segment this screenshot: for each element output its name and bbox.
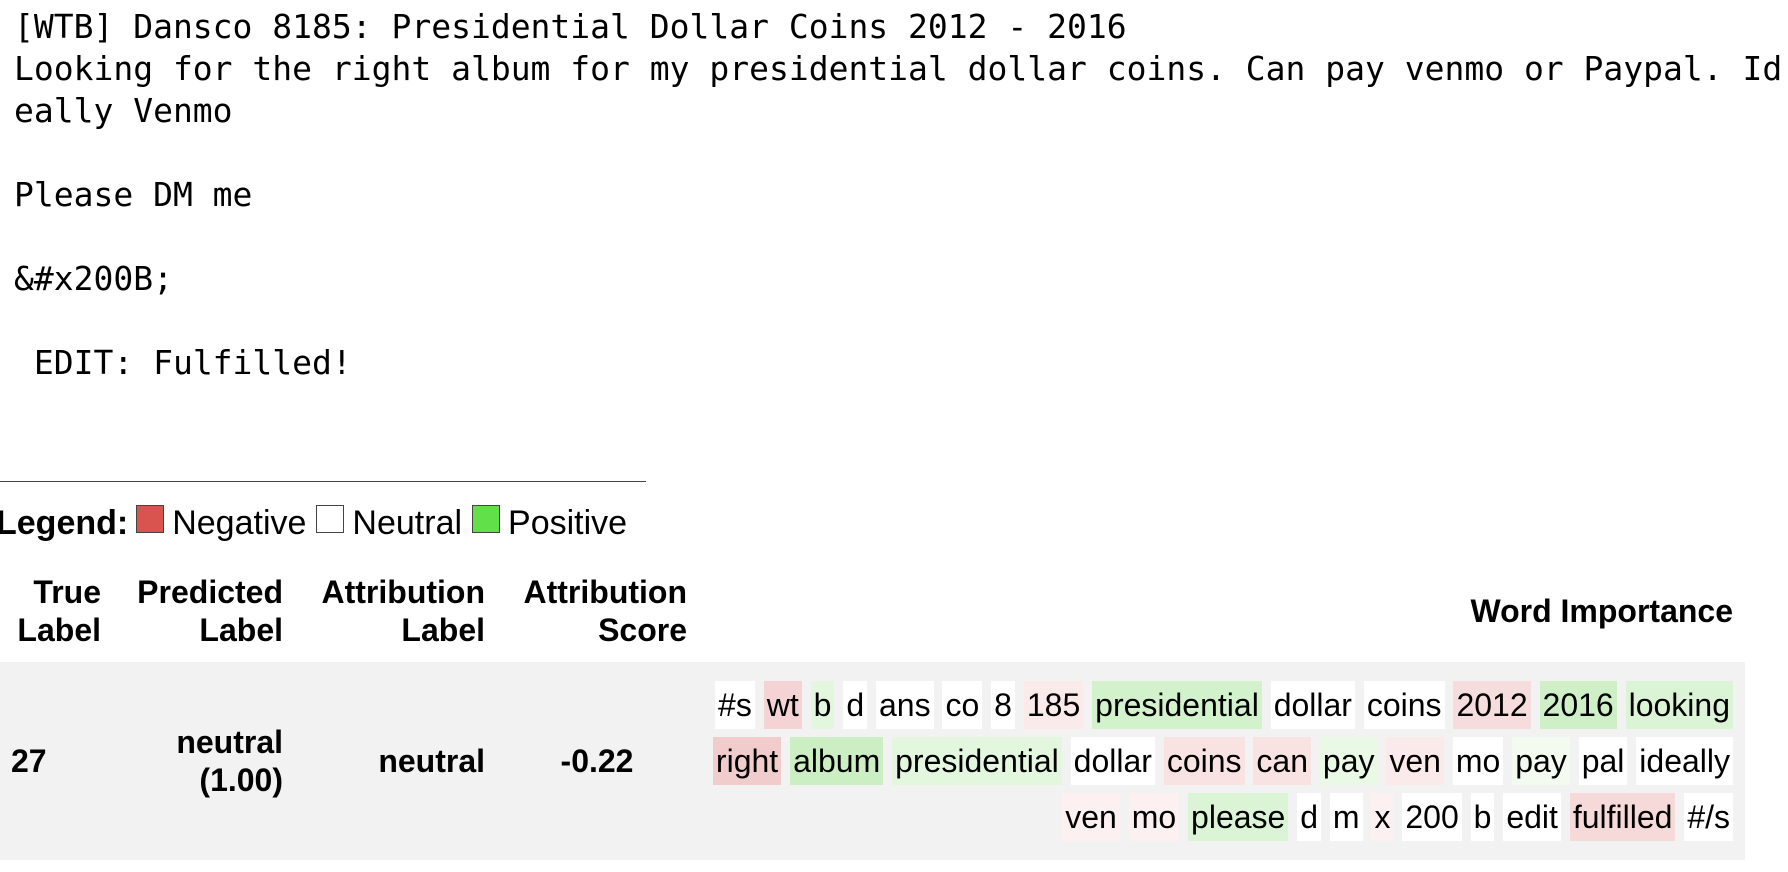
word-token: d xyxy=(1297,793,1322,841)
word-token: mo xyxy=(1452,737,1504,785)
cell-predicted-label: neutral (1.00) xyxy=(112,662,294,860)
post-text: [WTB] Dansco 8185: Presidential Dollar C… xyxy=(14,6,1786,384)
header-row: True Label Predicted Label Attribution L… xyxy=(0,566,1745,662)
word-token: co xyxy=(942,681,983,729)
word-token: dollar xyxy=(1070,737,1155,785)
legend-negative-swatch xyxy=(136,505,165,533)
post-title: [WTB] Dansco 8185: Presidential Dollar C… xyxy=(14,7,1127,46)
word-token: 200 xyxy=(1402,793,1462,841)
cell-true-label: 27 xyxy=(0,662,112,860)
word-token: 185 xyxy=(1023,681,1084,729)
word-token: please xyxy=(1188,793,1289,841)
word-token: pay xyxy=(1319,737,1378,785)
legend-positive-swatch xyxy=(472,505,501,533)
post-body: Looking for the right album for my presi… xyxy=(14,49,1783,382)
word-token: presidential xyxy=(892,737,1062,785)
header-attribution-label: Attribution Label xyxy=(321,574,486,648)
word-token: pay xyxy=(1512,737,1570,785)
word-token: coins xyxy=(1163,737,1245,785)
header-attribution-score: Attribution Score xyxy=(523,574,688,648)
cell-word-importance: #s wt b d ans co 8 185 presidential doll… xyxy=(698,662,1745,860)
word-token: d xyxy=(843,681,868,729)
legend-positive-label: Positive xyxy=(508,504,628,542)
header-word-importance: Word Importance xyxy=(1470,593,1733,629)
word-token: ans xyxy=(876,681,934,729)
word-token: album xyxy=(790,737,884,785)
word-token: dollar xyxy=(1270,681,1355,729)
word-token: fulfilled xyxy=(1569,793,1676,841)
word-token: coins xyxy=(1363,681,1445,729)
legend-neutral-swatch xyxy=(316,505,345,533)
word-token: mo xyxy=(1128,793,1180,841)
word-token: pal xyxy=(1578,737,1628,785)
legend-negative-label: Negative xyxy=(172,504,307,542)
legend-title: Legend: xyxy=(0,504,129,542)
word-token: #/s xyxy=(1684,793,1733,841)
word-token: right xyxy=(712,737,782,785)
attribution-table: True Label Predicted Label Attribution L… xyxy=(0,566,1745,860)
word-token: wt xyxy=(763,681,802,729)
legend: Legend: Negative Neutral Positive xyxy=(0,500,637,546)
divider xyxy=(0,481,646,482)
header-predicted-label: Predicted Label xyxy=(137,574,283,648)
table-row: 27 neutral (1.00) neutral -0.22 #s wt b … xyxy=(0,662,1745,860)
word-token: ven xyxy=(1062,793,1120,841)
word-token: 2012 xyxy=(1453,681,1531,729)
word-token: b xyxy=(1470,793,1495,841)
word-token: ven xyxy=(1386,737,1444,785)
word-token: edit xyxy=(1503,793,1561,841)
word-token: m xyxy=(1329,793,1363,841)
cell-attribution-score: -0.22 xyxy=(496,662,698,860)
word-token: ideally xyxy=(1636,737,1733,785)
word-token: 8 xyxy=(991,681,1015,729)
word-token: looking xyxy=(1625,681,1733,729)
header-true-label: True Label xyxy=(17,574,101,648)
cell-attribution-label: neutral xyxy=(294,662,496,860)
word-token: #s xyxy=(715,681,755,729)
word-token: b xyxy=(810,681,835,729)
word-token: 2016 xyxy=(1539,681,1617,729)
word-token: x xyxy=(1371,793,1394,841)
word-token: presidential xyxy=(1092,681,1262,729)
legend-neutral-label: Neutral xyxy=(352,504,463,542)
word-token: can xyxy=(1253,737,1311,785)
